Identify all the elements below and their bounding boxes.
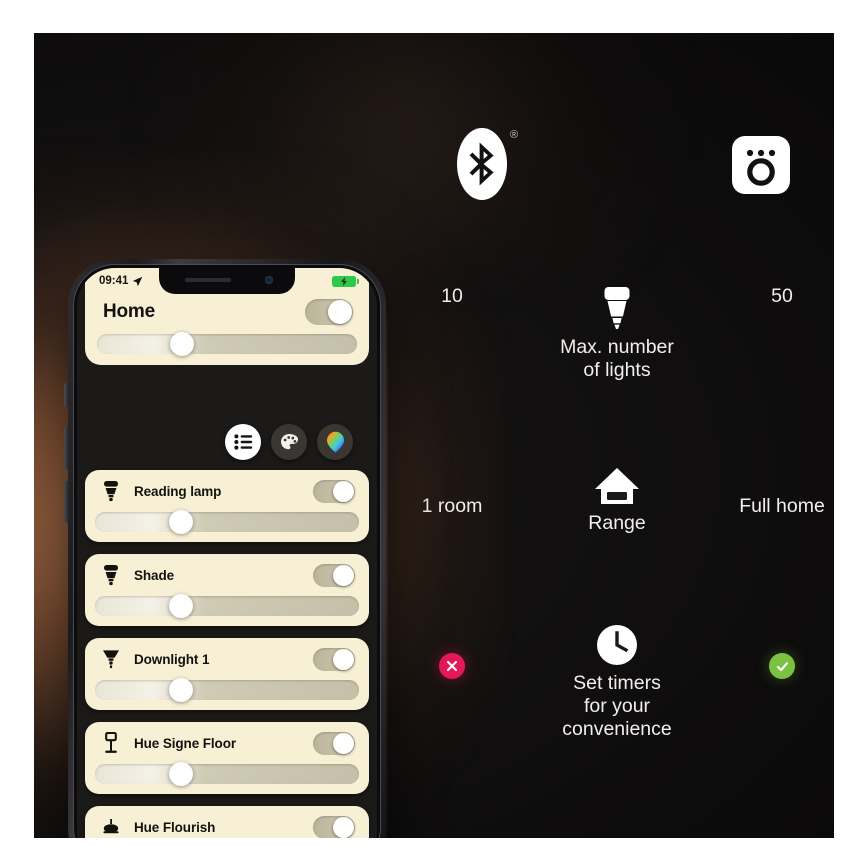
house-icon <box>507 461 727 507</box>
pendant-lamp-icon <box>101 815 121 838</box>
color-pin-icon <box>326 431 344 453</box>
toggle-knob <box>328 300 352 324</box>
downlight-icon <box>101 647 121 671</box>
home-title-row: Home <box>85 294 369 334</box>
phone-mockup: 09:41 Home Reading lamp Shade Downlight … <box>62 255 392 838</box>
row-max-lights-left-value: 10 <box>441 285 463 307</box>
phone-mute-switch[interactable] <box>64 383 69 407</box>
home-header-card: 09:41 Home <box>85 268 369 365</box>
row-max-lights-label-line2: of lights <box>583 359 651 381</box>
list-item[interactable]: Reading lamp <box>85 470 369 542</box>
list-item[interactable]: Hue Signe Floor <box>85 722 369 794</box>
row-timers-left-badge <box>400 653 504 679</box>
light-card-header: Downlight 1 <box>85 638 369 680</box>
floor-lamp-icon <box>101 731 121 755</box>
row-timers-label-line1: Set timers <box>573 672 661 694</box>
slider-knob[interactable] <box>168 762 193 786</box>
slider-knob[interactable] <box>168 678 193 702</box>
home-master-toggle[interactable] <box>305 299 353 325</box>
light-name: Shade <box>134 567 175 583</box>
list-item[interactable]: Downlight 1 <box>85 638 369 710</box>
row-max-lights-center: Max. number of lights <box>507 285 727 383</box>
home-brightness-slider[interactable] <box>97 332 357 356</box>
status-bar-time-group: 09:41 <box>99 275 143 287</box>
battery-charging-icon <box>332 275 359 287</box>
light-card-header: Hue Signe Floor <box>85 722 369 764</box>
light-brightness-slider[interactable] <box>95 762 359 786</box>
hue-bridge-icon <box>732 136 790 194</box>
toggle-knob <box>333 732 354 754</box>
tab-colors[interactable] <box>317 424 353 460</box>
light-list: Reading lamp Shade Downlight 1 Hue Signe… <box>85 470 369 838</box>
light-name: Downlight 1 <box>134 651 210 667</box>
tab-scenes[interactable] <box>271 424 307 460</box>
row-range-left-value: 1 room <box>421 495 483 517</box>
screenshot-stage: ® 10 Max. number of lights 50 1 room Ran… <box>0 0 868 868</box>
page-title: Home <box>103 301 155 322</box>
phone-volume-down-button[interactable] <box>64 481 69 523</box>
cross-badge <box>439 653 465 679</box>
toggle-knob <box>333 648 354 670</box>
light-brightness-slider[interactable] <box>95 594 359 618</box>
row-timers-label-line2: for your <box>583 695 651 717</box>
row-timers-label-line3: convenience <box>562 718 672 740</box>
spot-bulb-icon <box>101 563 121 587</box>
row-timers-center: Set timers for your convenience <box>507 621 727 742</box>
row-range-center: Range <box>507 461 727 536</box>
spot-bulb-icon <box>101 479 121 503</box>
bluetooth-logo <box>457 128 507 200</box>
light-toggle[interactable] <box>313 647 355 671</box>
row-max-lights-label-line1: Max. number <box>560 336 674 358</box>
comparison-panel: ® 10 Max. number of lights 50 1 room Ran… <box>400 33 834 838</box>
phone-screen: 09:41 Home Reading lamp Shade Downlight … <box>77 268 377 838</box>
toggle-knob <box>333 816 354 838</box>
light-brightness-slider[interactable] <box>95 510 359 534</box>
light-name: Hue Signe Floor <box>134 735 237 751</box>
clock-icon <box>507 621 727 667</box>
list-item[interactable]: Shade <box>85 554 369 626</box>
light-toggle[interactable] <box>313 563 355 587</box>
comparison-logo-row: ® <box>400 128 834 218</box>
row-timers-right-badge <box>730 653 834 679</box>
tab-bar <box>85 420 369 464</box>
slider-knob[interactable] <box>168 594 193 618</box>
registered-trademark-mark: ® <box>510 129 519 141</box>
slider-knob[interactable] <box>169 332 194 356</box>
earpiece-speaker <box>185 278 231 282</box>
light-name: Hue Flourish <box>134 819 216 835</box>
status-bar-time: 09:41 <box>99 275 129 287</box>
check-badge <box>769 653 795 679</box>
light-toggle[interactable] <box>313 479 355 503</box>
light-toggle[interactable] <box>313 815 355 838</box>
toggle-knob <box>333 480 354 502</box>
list-icon <box>233 434 252 450</box>
light-toggle[interactable] <box>313 731 355 755</box>
location-arrow-icon <box>133 276 143 286</box>
light-name: Reading lamp <box>134 483 222 499</box>
toggle-knob <box>333 564 354 586</box>
bulb-icon <box>507 285 727 331</box>
palette-icon <box>280 434 298 450</box>
phone-volume-up-button[interactable] <box>64 427 69 469</box>
row-range-label-line1: Range <box>588 512 646 534</box>
promo-canvas: ® 10 Max. number of lights 50 1 room Ran… <box>34 33 834 838</box>
row-range-right-value: Full home <box>739 495 825 517</box>
list-item[interactable]: Hue Flourish <box>85 806 369 838</box>
phone-notch <box>159 268 295 294</box>
light-card-header: Reading lamp <box>85 470 369 512</box>
row-max-lights-right-value: 50 <box>771 285 793 307</box>
slider-knob[interactable] <box>168 510 193 534</box>
light-card-header: Shade <box>85 554 369 596</box>
tab-rooms[interactable] <box>225 424 261 460</box>
light-brightness-slider[interactable] <box>95 678 359 702</box>
light-card-header: Hue Flourish <box>85 806 369 838</box>
front-camera <box>265 276 273 284</box>
